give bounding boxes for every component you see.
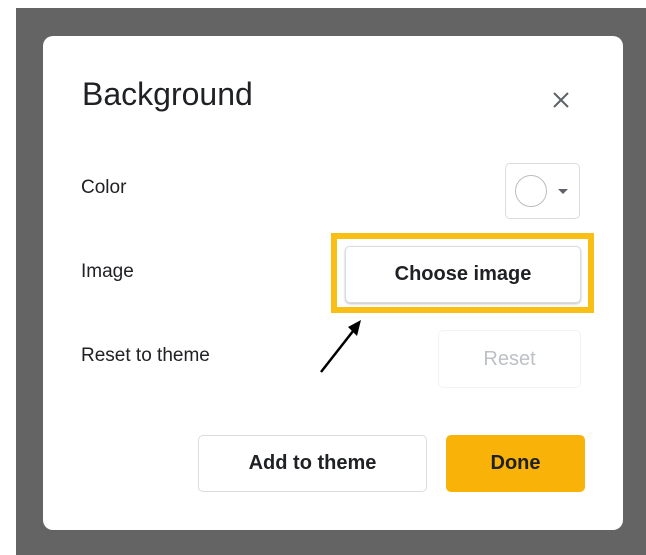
background-dialog: Background Color Image Choose image Rese… <box>43 36 623 530</box>
color-picker-dropdown[interactable] <box>505 163 580 219</box>
reset-to-theme-label: Reset to theme <box>81 345 210 366</box>
dialog-title: Background <box>82 76 253 112</box>
color-label: Color <box>81 177 127 198</box>
choose-image-button[interactable]: Choose image <box>345 246 581 303</box>
reset-button[interactable]: Reset <box>438 330 581 388</box>
color-swatch <box>515 175 547 207</box>
close-icon <box>553 92 569 108</box>
chevron-down-icon <box>558 189 568 194</box>
close-button[interactable] <box>541 80 581 120</box>
done-button[interactable]: Done <box>446 435 585 492</box>
arrow-icon <box>320 320 361 373</box>
image-label: Image <box>81 261 134 282</box>
add-to-theme-button[interactable]: Add to theme <box>198 435 427 492</box>
